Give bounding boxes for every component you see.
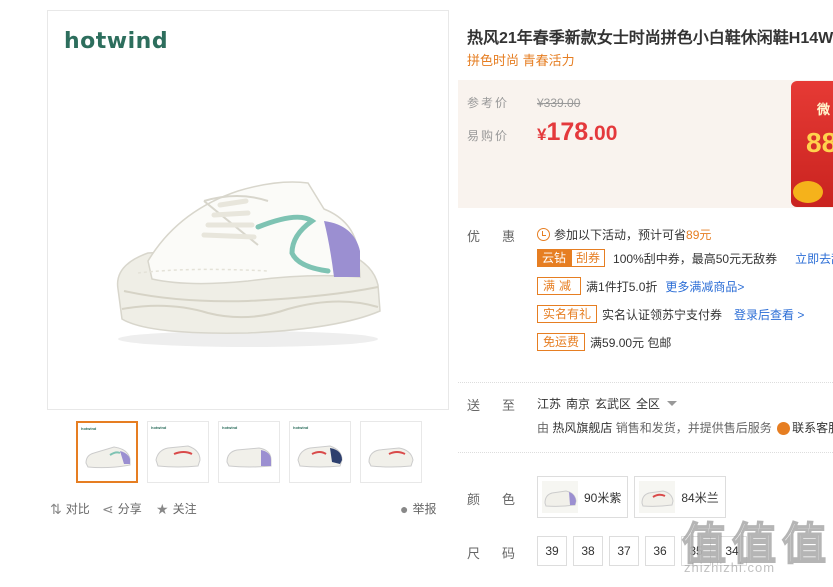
sale-price-decimal: .00 [588, 122, 618, 145]
thumbnail-shoe-icon [368, 447, 414, 468]
promo-gift: 实名有礼 实名认证领苏宁支付券 登录后查看 > [537, 305, 804, 323]
promo-shipping: 免运费 满59.00元 包邮 [537, 333, 671, 351]
sale-price-integer: 178 [546, 118, 589, 146]
sale-price-currency: ¥ [537, 125, 547, 144]
reference-price: ¥339.00 [537, 96, 581, 110]
promotions-label: 优惠 [467, 229, 538, 244]
color-label: 颜色 [467, 492, 538, 507]
seller-name[interactable]: 热风旗舰店 [552, 421, 612, 435]
customer-service-icon [777, 422, 791, 436]
size-option[interactable]: 37 [609, 536, 639, 566]
color-swatch [542, 481, 578, 513]
size-options: 39 38 37 36 35 34 [537, 536, 747, 566]
contact-service-link[interactable]: 联系客服 [792, 421, 833, 435]
share-button[interactable]: ⋖ 分享 [102, 500, 142, 517]
chevron-down-icon [667, 401, 678, 406]
product-subtitle: 拼色时尚 青春活力 [467, 53, 575, 68]
size-label: 尺码 [467, 546, 538, 561]
more-discount-link[interactable]: 更多满减商品> [665, 278, 744, 295]
color-option[interactable]: 90米紫 [537, 476, 629, 518]
follow-button[interactable]: ★ 关注 [156, 500, 197, 517]
thumbnail-shoe-icon [297, 445, 343, 468]
thumbnail-2[interactable]: hotwind [147, 421, 209, 483]
compare-icon: ⇅ [50, 500, 62, 517]
gift-tag: 实名有礼 [537, 305, 598, 323]
thumbnail-strip: hotwind hotwind hotwind hotwind [76, 421, 422, 483]
divider [458, 382, 833, 383]
coin-icon [793, 181, 823, 203]
color-option[interactable]: 84米兰 [634, 476, 726, 518]
alert-icon: ● [400, 500, 409, 517]
delivery-label: 送至 [467, 398, 538, 413]
compare-button[interactable]: ⇅ 对比 [50, 500, 90, 517]
color-options: 90米紫 84米兰 [537, 476, 726, 518]
size-option[interactable]: 38 [573, 536, 603, 566]
login-to-view-link[interactable]: 登录后查看 > [734, 306, 804, 323]
promo-banner[interactable]: 微 88 [791, 81, 833, 207]
size-option[interactable]: 34 [717, 536, 747, 566]
brand-logo: hotwind [64, 29, 169, 54]
star-icon: ★ [156, 500, 169, 517]
address-selector[interactable]: 江苏 南京 玄武区 全区 [537, 395, 682, 412]
price-panel: 参考价 ¥339.00 易购价 ¥ 178 .00 微 88 [458, 80, 833, 208]
promo-summary: 参加以下活动，预计可省 89元 [537, 226, 711, 243]
thumbnail-shoe-icon [155, 445, 201, 468]
main-product-image[interactable]: hotwind [47, 10, 449, 410]
promo-discount: 满减 满1件打5.0折 更多满减商品> [537, 277, 744, 295]
thumbnail-1[interactable]: hotwind [76, 421, 138, 483]
reference-price-label: 参考价 [467, 96, 510, 110]
divider [458, 452, 833, 453]
color-swatch [639, 481, 676, 513]
scratch-coupon-link[interactable]: 立即去刮 [795, 250, 833, 267]
product-title: 热风21年春季新款女士时尚拼色小白鞋休闲鞋H14W [467, 30, 833, 47]
discount-tag: 满减 [537, 277, 582, 295]
thumbnail-shoe-icon [85, 446, 131, 469]
thumbnail-5[interactable] [360, 421, 422, 483]
thumbnail-4[interactable]: hotwind [289, 421, 351, 483]
sale-price-label: 易购价 [467, 129, 510, 143]
tools-bar: ⇅ 对比 ⋖ 分享 ★ 关注 ● 举报 [50, 500, 448, 520]
shoe-illustration [116, 181, 381, 347]
thumbnail-3[interactable]: hotwind [218, 421, 280, 483]
promo-coupon: 云钻 刮券 100%刮中券，最高50元无敌券 立即去刮 [537, 249, 833, 267]
coupon-tag: 云钻 刮券 [537, 249, 606, 267]
shipping-tag: 免运费 [537, 333, 586, 351]
size-option[interactable]: 36 [645, 536, 675, 566]
share-icon: ⋖ [102, 500, 114, 517]
thumbnail-shoe-icon [226, 447, 272, 468]
size-option[interactable]: 39 [537, 536, 567, 566]
clock-icon [537, 228, 550, 241]
seller-info: 由 热风旗舰店 销售和发货，并提供售后服务 联系客服 [537, 419, 833, 436]
report-button[interactable]: ● 举报 [400, 500, 436, 517]
size-option[interactable]: 35 [681, 536, 711, 566]
